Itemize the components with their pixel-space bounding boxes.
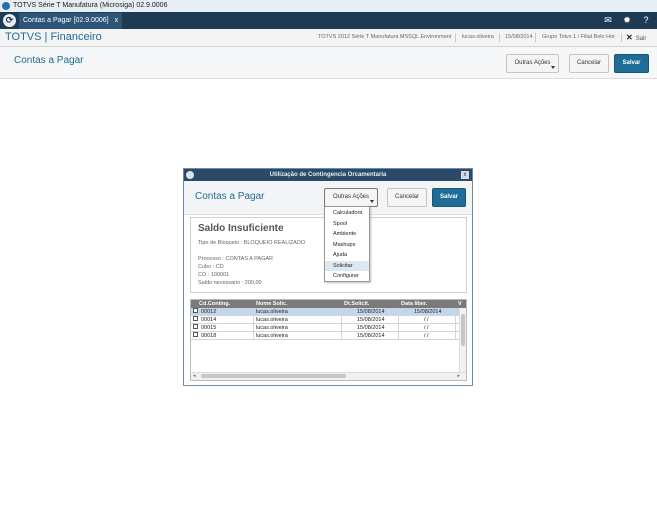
module-name: TOTVS | Financeiro <box>5 31 102 43</box>
tab-bar: ⟳ Contas a Pagar [02.9.0006] x ✉ ✹ ? <box>0 12 657 29</box>
dialog-close-icon[interactable]: x <box>461 171 469 179</box>
divider <box>499 33 500 42</box>
menu-item-calculadora[interactable]: Calculadora <box>325 208 369 219</box>
user-info: lucas.oliveira <box>462 34 494 40</box>
exit-button[interactable]: ✕ Sair <box>626 29 646 48</box>
cell-request-date: 15/08/2014 <box>357 333 385 339</box>
dialog-other-actions-button[interactable]: Outras Ações <box>324 188 378 207</box>
cell-name: lucas.oliveira <box>256 309 288 315</box>
dialog-save-button[interactable]: Salvar <box>432 188 466 207</box>
menu-item-spool[interactable]: Spool <box>325 219 369 230</box>
column-divider <box>341 308 342 339</box>
cell-release-date: / / <box>424 317 429 323</box>
divider <box>455 33 456 42</box>
environment-info: TOTVS 2012 Série T Manufatura MSSQL Envi… <box>318 34 452 40</box>
row-checkbox[interactable] <box>193 308 198 313</box>
cell-code: 00015 <box>201 325 217 331</box>
table-row[interactable]: 00014 lucas.oliveira 15/08/2014 / / <box>191 316 461 324</box>
contingency-grid[interactable]: Cd.Conting. Nome Solic. Dt.Solicit. Data… <box>190 299 467 381</box>
other-actions-label: Outras Ações <box>514 60 551 66</box>
dialog-title: Utilização de Contingencia Orcamentaria <box>269 172 387 178</box>
exit-label: Sair <box>635 36 647 42</box>
divider <box>535 33 536 42</box>
scroll-right-icon[interactable]: ▸ <box>457 373 460 380</box>
cell-code: 00012 <box>201 309 217 315</box>
column-header[interactable]: Nome Solic. <box>256 300 287 308</box>
cell-release-date: 15/08/2014 <box>414 309 442 315</box>
scrollbar-thumb[interactable] <box>461 314 465 346</box>
row-checkbox[interactable] <box>193 332 198 337</box>
cell-code: 00018 <box>201 333 217 339</box>
cell-request-date: 15/08/2014 <box>357 317 385 323</box>
row-checkbox[interactable] <box>193 324 198 329</box>
cell-request-date: 15/08/2014 <box>357 325 385 331</box>
scrollbar-thumb[interactable] <box>201 374 346 378</box>
cell-release-date: / / <box>424 325 429 331</box>
question-icon[interactable]: ? <box>639 14 653 27</box>
column-header[interactable]: Data liber. <box>401 300 427 308</box>
other-actions-menu: Calculadora Spool Ambiente Mashups Ajuda… <box>324 206 370 282</box>
tab-contas-a-pagar[interactable]: Contas a Pagar [02.9.0006] x <box>19 13 123 29</box>
cell-release-date: / / <box>424 333 429 339</box>
panel-heading: Saldo Insuficiente <box>198 223 284 234</box>
scroll-left-icon[interactable]: ◂ <box>193 373 196 380</box>
app-icon <box>2 2 10 10</box>
row-checkbox[interactable] <box>193 316 198 321</box>
cell-request-date: 15/08/2014 <box>357 309 385 315</box>
company-info: Grupo Totvs 1 / Filial Belo Hor <box>542 34 615 40</box>
divider <box>621 33 622 42</box>
menu-item-ajuda[interactable]: Ajuda <box>325 250 369 261</box>
column-header[interactable]: V <box>458 300 462 308</box>
co: CO : 100001 <box>198 272 230 278</box>
dialog-other-actions-label: Outras Ações <box>332 194 370 200</box>
envelope-icon[interactable]: ✉ <box>601 14 615 27</box>
balance-needed: Saldo necessario : 200,00 <box>198 280 262 286</box>
horizontal-scrollbar[interactable]: ◂ ▸ <box>191 372 466 380</box>
page-header: Contas a Pagar Outras Ações Cancelar Sal… <box>0 47 657 79</box>
table-row[interactable]: 00012 lucas.oliveira 15/08/2014 15/08/20… <box>191 308 461 316</box>
dialog-header-title: Contas a Pagar <box>195 191 265 202</box>
cell-name: lucas.oliveira <box>256 333 288 339</box>
tab-label: Contas a Pagar [02.9.0006] <box>23 17 109 24</box>
cube: Cubo : CD <box>198 264 224 270</box>
dialog-cancel-button[interactable]: Cancelar <box>387 188 427 207</box>
block-type: Tipo de Bloqueio : BLOQUEIO REALIZADO <box>198 240 306 246</box>
chevron-down-icon <box>370 200 374 203</box>
vertical-scrollbar[interactable] <box>459 308 466 373</box>
totvs-logo-icon[interactable]: ⟳ <box>3 14 16 27</box>
grid-header: Cd.Conting. Nome Solic. Dt.Solicit. Data… <box>191 300 466 308</box>
cell-name: lucas.oliveira <box>256 317 288 323</box>
other-actions-button[interactable]: Outras Ações <box>506 54 559 73</box>
cancel-button[interactable]: Cancelar <box>569 54 609 73</box>
menu-item-mashups[interactable]: Mashups <box>325 240 369 251</box>
dialog-title-bar: Utilização de Contingencia Orcamentaria … <box>184 169 472 181</box>
chevron-down-icon <box>551 66 555 69</box>
close-icon: ✕ <box>626 33 633 42</box>
table-row[interactable]: 00015 lucas.oliveira 15/08/2014 / / <box>191 324 461 332</box>
tab-close-icon[interactable]: x <box>115 17 119 24</box>
column-header[interactable]: Cd.Conting. <box>199 300 230 308</box>
save-button[interactable]: Salvar <box>614 54 649 73</box>
column-divider <box>398 308 399 339</box>
table-row[interactable]: 00018 lucas.oliveira 15/08/2014 / / <box>191 332 461 340</box>
cell-name: lucas.oliveira <box>256 325 288 331</box>
date-info: 15/08/2014 <box>505 34 533 40</box>
menu-item-configurar[interactable]: Configurar <box>325 271 369 282</box>
module-bar: TOTVS | Financeiro TOTVS 2012 Série T Ma… <box>0 29 657 47</box>
cell-code: 00014 <box>201 317 217 323</box>
column-header[interactable]: Dt.Solicit. <box>344 300 369 308</box>
menu-item-ambiente[interactable]: Ambiente <box>325 229 369 240</box>
process: Processo : CONTAS A PAGAR <box>198 256 273 262</box>
window-title: TOTVS Série T Manufatura (Microsiga) 02.… <box>13 2 168 9</box>
column-divider <box>253 308 254 339</box>
gear-icon[interactable]: ✹ <box>620 14 634 27</box>
page-title: Contas a Pagar <box>14 55 84 66</box>
menu-item-solicitar[interactable]: Solicitar <box>325 260 369 271</box>
column-divider <box>455 308 456 339</box>
